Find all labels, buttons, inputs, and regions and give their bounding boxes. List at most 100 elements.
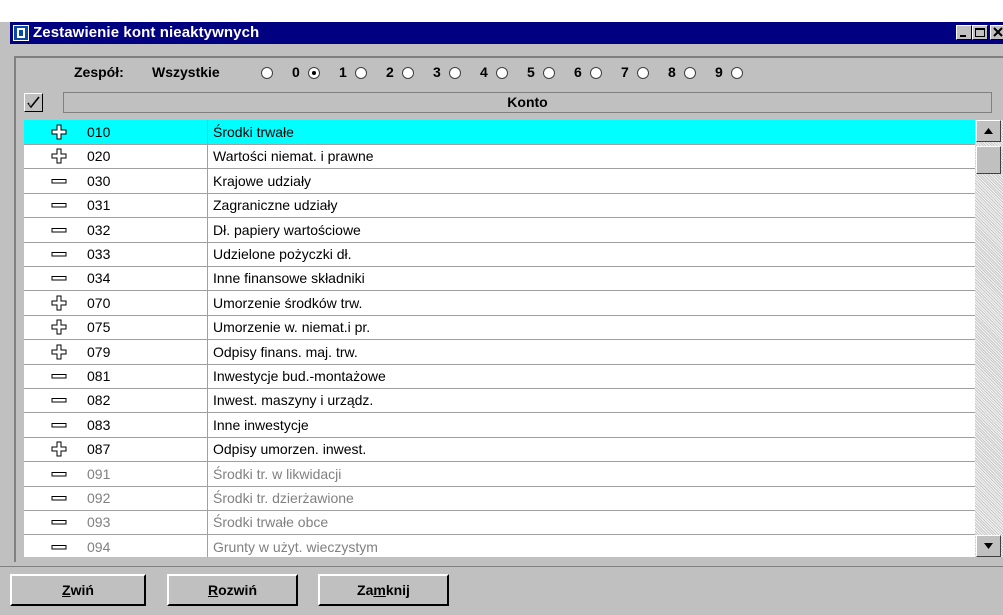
radio-3[interactable] xyxy=(449,67,461,79)
radio-2[interactable] xyxy=(402,67,414,79)
scroll-down-button[interactable] xyxy=(976,535,1001,557)
expand-plus-icon[interactable] xyxy=(51,295,67,311)
radio-label-1: 1 xyxy=(339,64,347,80)
column-divider xyxy=(207,412,208,437)
expand-plus-icon[interactable] xyxy=(51,319,67,335)
arrow-down-icon xyxy=(984,543,993,549)
account-code: 094 xyxy=(87,538,111,555)
table-row[interactable]: 070 Umorzenie środków trw. xyxy=(24,290,975,316)
table-row[interactable]: 082 Inwest. maszyny i urządz. xyxy=(24,388,975,414)
scroll-up-button[interactable] xyxy=(976,120,1001,142)
column-divider xyxy=(207,144,208,169)
account-code: 075 xyxy=(87,319,111,336)
maximize-button[interactable] xyxy=(972,25,988,40)
radio-label-8: 8 xyxy=(668,64,676,80)
leaf-dash-icon xyxy=(51,222,67,238)
check-all-button[interactable] xyxy=(24,93,43,112)
checkmark-icon xyxy=(27,96,40,109)
close-hotkey: m xyxy=(373,582,386,598)
account-name: Środki trwałe obce xyxy=(213,514,329,531)
table-row[interactable]: 087 Odpisy umorzen. inwest. xyxy=(24,437,975,463)
account-name: Inne inwestycje xyxy=(213,416,309,433)
radio-5[interactable] xyxy=(543,67,555,79)
account-code: 083 xyxy=(87,416,111,433)
leaf-dash-icon xyxy=(51,368,67,384)
column-divider xyxy=(207,120,208,144)
collapse-label-post: wiń xyxy=(70,582,94,598)
leaf-dash-icon xyxy=(51,490,67,506)
account-code: 030 xyxy=(87,172,111,189)
radio-label-9: 9 xyxy=(715,64,723,80)
vertical-scrollbar[interactable] xyxy=(975,120,1003,557)
title-bar[interactable]: Zestawienie kont nieaktywnych xyxy=(10,22,1003,44)
close-dialog-button[interactable]: Zamknij xyxy=(318,574,449,606)
radio-4[interactable] xyxy=(496,67,508,79)
radio-label-3: 3 xyxy=(433,64,441,80)
table-row[interactable]: 031 Zagraniczne udziały xyxy=(24,193,975,219)
table-row[interactable]: 030 Krajowe udziały xyxy=(24,168,975,194)
table-row[interactable]: 079 Odpisy finans. maj. trw. xyxy=(24,339,975,365)
account-name: Środki tr. dzierżawione xyxy=(213,490,354,506)
table-row[interactable]: 075 Umorzenie w. niemat.i pr. xyxy=(24,315,975,341)
leaf-dash-icon xyxy=(51,466,67,482)
radio-7[interactable] xyxy=(637,67,649,79)
expand-plus-icon[interactable] xyxy=(51,344,67,360)
table-row[interactable]: 091 Środki tr. w likwidacji xyxy=(24,461,975,487)
column-divider xyxy=(207,437,208,462)
accounts-table: 010 Środki trwałe 020 Wartości niemat. i pr… xyxy=(24,120,975,557)
expand-plus-icon[interactable] xyxy=(51,124,67,140)
radio-6[interactable] xyxy=(590,67,602,79)
expand-plus-icon[interactable] xyxy=(51,441,67,457)
app-icon xyxy=(13,25,29,41)
column-header-konto[interactable]: Konto xyxy=(63,92,992,113)
expand-button[interactable]: Rozwiń xyxy=(167,574,298,606)
column-divider xyxy=(207,510,208,535)
radio-1[interactable] xyxy=(355,67,367,79)
table-row[interactable]: 081 Inwestycje bud.-montażowe xyxy=(24,364,975,389)
table-row[interactable]: 094 Grunty w użyt. wieczystym xyxy=(24,534,975,557)
leaf-dash-icon xyxy=(51,197,67,213)
account-code: 031 xyxy=(87,197,111,214)
column-divider xyxy=(207,461,208,486)
minimize-button[interactable] xyxy=(956,25,972,40)
column-divider xyxy=(207,266,208,291)
table-row[interactable]: 093 Środki trwałe obce xyxy=(24,510,975,536)
table-row[interactable]: 032 Dł. papiery wartościowe xyxy=(24,217,975,243)
account-code: 032 xyxy=(87,221,111,238)
table-row[interactable]: 083 Inne inwestycje xyxy=(24,412,975,438)
radio-9[interactable] xyxy=(731,67,743,79)
account-code: 093 xyxy=(87,514,111,531)
radio-0[interactable] xyxy=(308,67,320,79)
account-code: 010 xyxy=(87,124,111,140)
arrow-up-icon xyxy=(984,128,993,134)
group-filter-label: Zespół: xyxy=(74,64,124,80)
account-name: Krajowe udziały xyxy=(213,172,312,189)
expand-plus-icon[interactable] xyxy=(51,148,67,164)
column-divider xyxy=(207,217,208,242)
account-name: Inne finansowe składniki xyxy=(213,270,365,287)
radio-all[interactable] xyxy=(261,67,273,79)
column-divider xyxy=(207,534,208,557)
table-row[interactable]: 020 Wartości niemat. i prawne xyxy=(24,144,975,170)
table-row[interactable]: 033 Udzielone pożyczki dł. xyxy=(24,242,975,267)
account-name: Grunty w użyt. wieczystym xyxy=(213,538,378,555)
leaf-dash-icon xyxy=(51,417,67,433)
collapse-hotkey: Z xyxy=(62,582,71,598)
table-row[interactable]: 010 Środki trwałe xyxy=(24,120,975,145)
column-divider xyxy=(207,315,208,340)
column-divider xyxy=(207,242,208,266)
radio-8[interactable] xyxy=(684,67,696,79)
leaf-dash-icon xyxy=(51,539,67,555)
account-name: Zagraniczne udziały xyxy=(213,197,338,214)
table-row[interactable]: 034 Inne finansowe składniki xyxy=(24,266,975,292)
scroll-thumb[interactable] xyxy=(976,146,1001,174)
account-name: Umorzenie środków trw. xyxy=(213,294,363,311)
window-left-edge xyxy=(0,22,10,614)
account-name: Udzielone pożyczki dł. xyxy=(213,246,352,262)
table-row[interactable]: 092 Środki tr. dzierżawione xyxy=(24,486,975,511)
maximize-icon xyxy=(975,28,985,37)
collapse-button[interactable]: Zwiń xyxy=(10,574,146,606)
account-code: 033 xyxy=(87,246,111,262)
close-window-button[interactable] xyxy=(990,25,1003,40)
account-name: Wartości niemat. i prawne xyxy=(213,148,374,165)
